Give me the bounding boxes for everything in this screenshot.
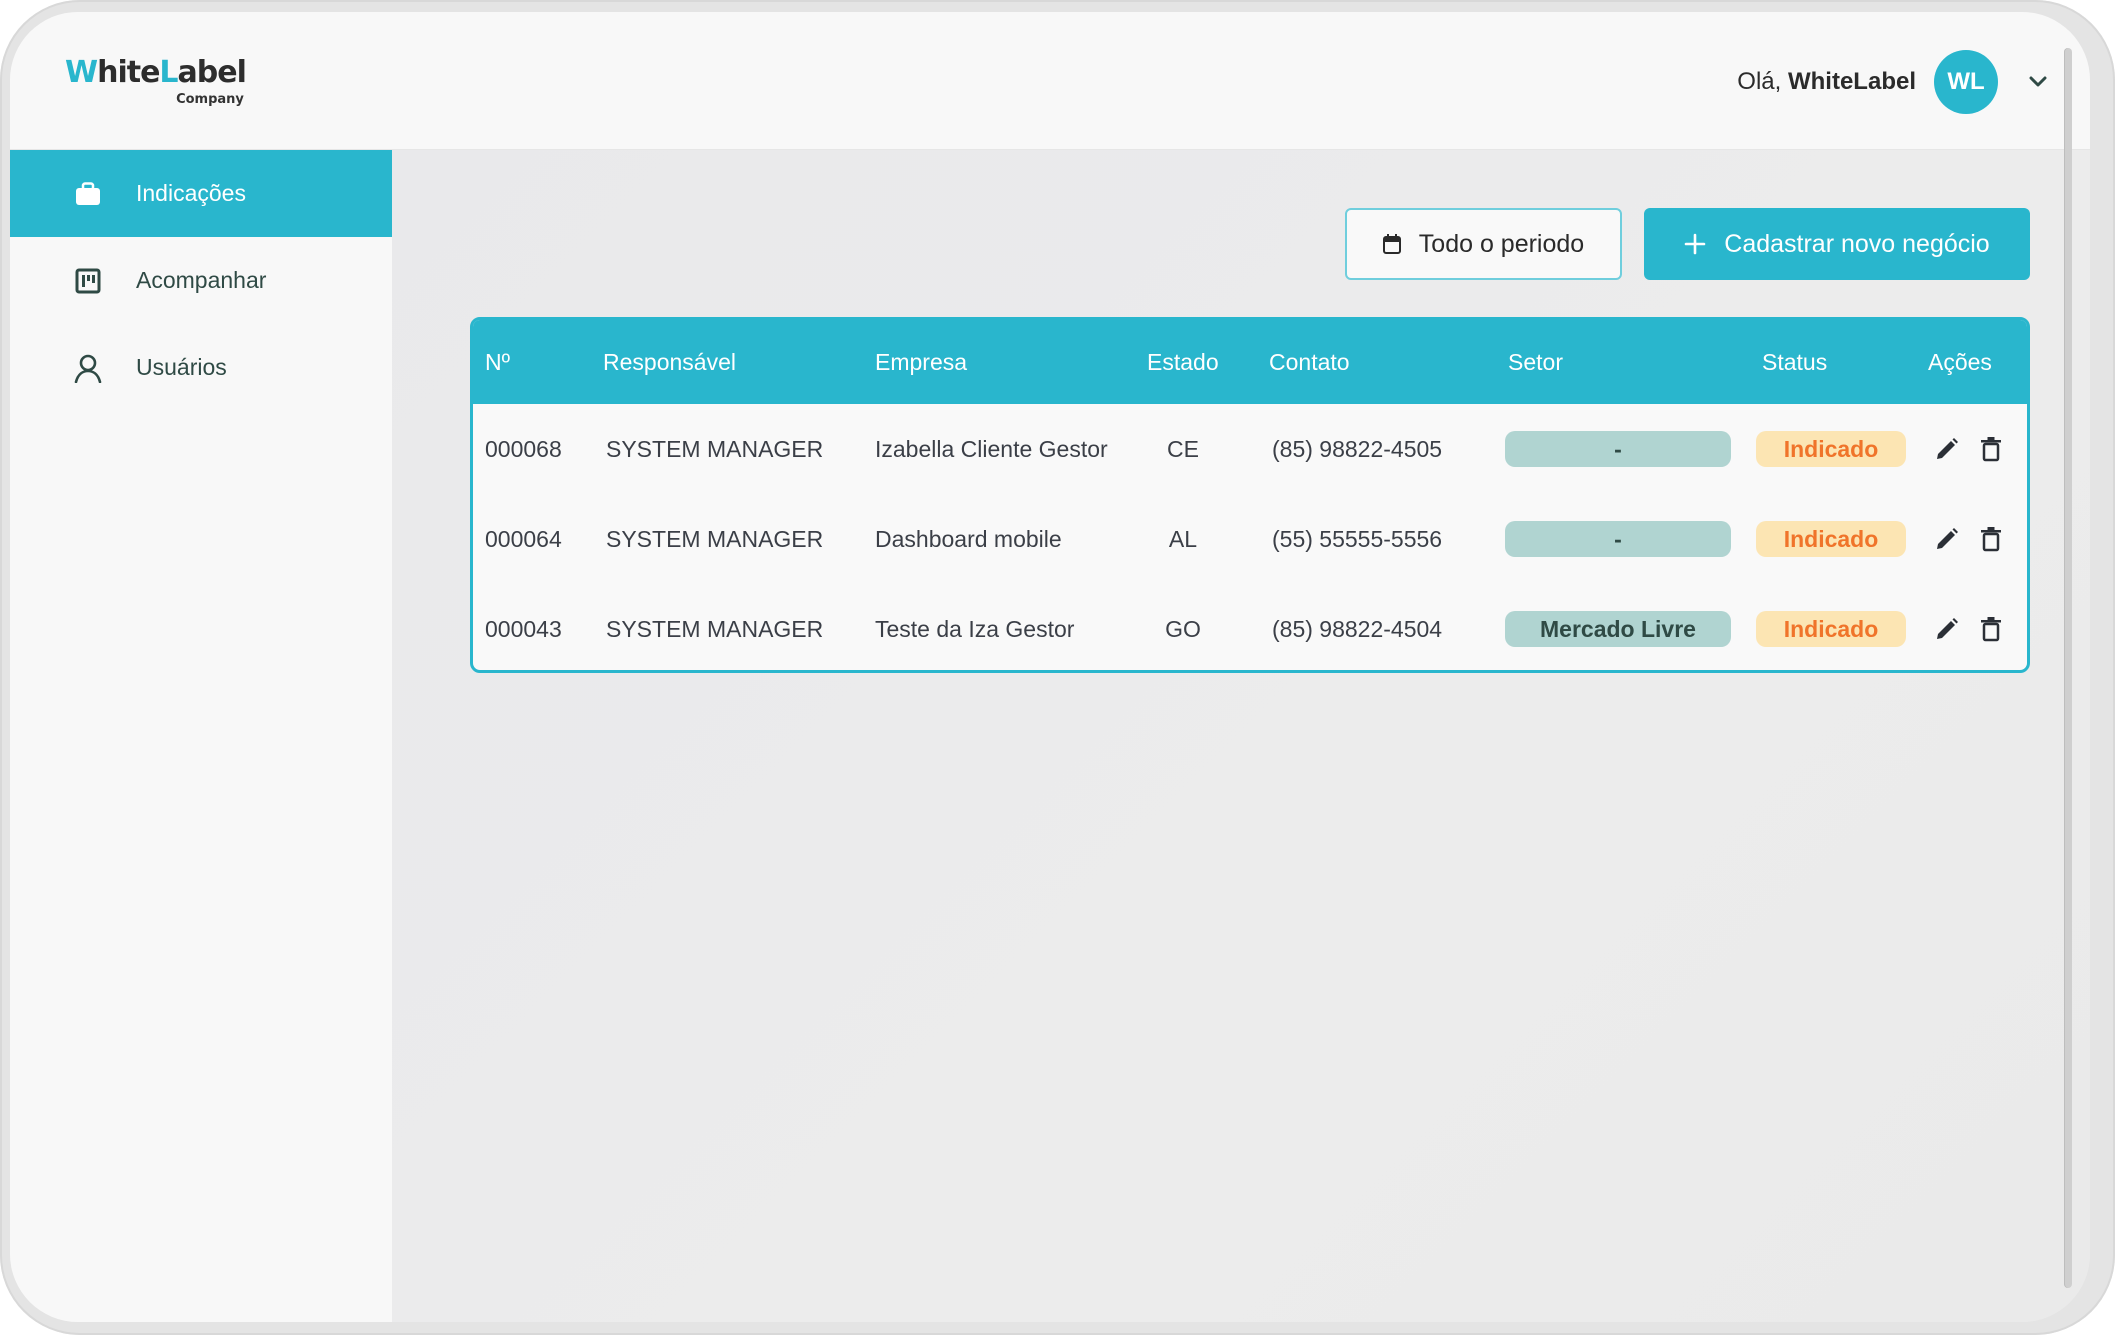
new-business-button[interactable]: Cadastrar novo negócio [1644,208,2030,280]
edit-icon[interactable] [1933,615,1961,643]
calendar-icon [1382,234,1401,254]
sector-badge: - [1505,521,1731,557]
cell-empresa: Izabella Cliente Gestor [875,435,1108,462]
logo-hite: hite [97,55,160,90]
status-badge: Indicado [1756,521,1906,557]
plus-icon [1684,233,1706,255]
sector-badge: Mercado Livre [1505,611,1731,647]
col-header-responsavel[interactable]: Responsável [603,320,736,404]
cell-responsavel: SYSTEM MANAGER [606,435,824,462]
col-header-acoes: Ações [1928,348,1992,375]
sidebar: Indicações Acompanhar Usuários [10,150,392,1322]
indicacoes-table: Nº Responsável Empresa Estado Contato Se… [470,317,2030,673]
trash-icon[interactable] [1977,435,2005,463]
cell-empresa: Teste da Iza Gestor [875,615,1075,642]
col-header-numero[interactable]: Nº [485,320,510,404]
kanban-board-icon [72,265,104,297]
period-filter-button[interactable]: Todo o periodo [1345,208,1622,280]
user-name: WhiteLabel [1787,68,1916,95]
cell-estado: GO [1165,615,1201,642]
cell-estado: AL [1168,525,1198,552]
cell-contato: (55) 55555-5556 [1272,525,1443,552]
sidebar-item-indicacoes[interactable]: Indicações [10,150,392,237]
cell-responsavel: SYSTEM MANAGER [606,525,824,552]
status-badge: Indicado [1756,611,1906,647]
table-row[interactable]: 000068 SYSTEM MANAGER Izabella Cliente G… [473,404,2027,494]
edit-icon[interactable] [1933,435,1961,463]
sidebar-item-label: Usuários [136,354,227,380]
logo: WhiteLabel Company [65,55,247,108]
col-header-contato[interactable]: Contato [1269,320,1350,404]
cell-empresa: Dashboard mobile [875,525,1062,552]
cell-contato: (85) 98822-4505 [1272,435,1443,462]
cell-numero: 000064 [485,525,562,552]
cell-contato: (85) 98822-4504 [1272,615,1443,642]
vertical-scrollbar[interactable] [2064,48,2072,1288]
top-header: WhiteLabel Company Olá, WhiteLabel WL [10,12,2090,150]
greeting-prefix: Olá, [1737,68,1782,95]
logo-w: W [65,55,98,90]
trash-icon[interactable] [1977,525,2005,553]
table-row[interactable]: 000064 SYSTEM MANAGER Dashboard mobile A… [473,494,2027,584]
sidebar-item-label: Acompanhar [136,267,267,293]
logo-subtitle: Company [176,92,244,107]
table-row[interactable]: 000043 SYSTEM MANAGER Teste da Iza Gesto… [473,584,2027,670]
briefcase-icon [72,178,104,210]
logo-l: L [159,55,178,90]
cell-responsavel: SYSTEM MANAGER [606,615,824,642]
chevron-down-icon[interactable] [2026,70,2050,94]
col-header-status[interactable]: Status [1762,320,1827,404]
new-business-label: Cadastrar novo negócio [1724,229,1990,258]
greeting: Olá, WhiteLabel [1737,68,1916,96]
status-badge: Indicado [1756,431,1906,467]
main-content: Todo o periodo Cadastrar novo negócio Nº… [392,150,2090,1322]
sidebar-item-label: Indicações [136,180,246,206]
sector-badge: - [1505,431,1731,467]
cell-numero: 000043 [485,615,562,642]
avatar[interactable]: WL [1934,50,1998,114]
sidebar-item-usuarios[interactable]: Usuários [10,324,392,411]
sidebar-item-acompanhar[interactable]: Acompanhar [10,237,392,324]
logo-wordmark: WhiteLabel [65,55,247,90]
user-menu[interactable]: Olá, WhiteLabel WL [1737,50,2050,114]
table-header: Nº Responsável Empresa Estado Contato Se… [473,320,2027,404]
cell-numero: 000068 [485,435,562,462]
logo-abel: abel [177,55,247,90]
col-header-estado[interactable]: Estado [1147,320,1219,404]
edit-icon[interactable] [1933,525,1961,553]
trash-icon[interactable] [1977,615,2005,643]
col-header-setor[interactable]: Setor [1508,320,1563,404]
cell-estado: CE [1167,435,1199,462]
period-filter-label: Todo o periodo [1418,229,1585,258]
device-frame: WhiteLabel Company Olá, WhiteLabel WL In… [0,0,2115,1335]
app-screen: WhiteLabel Company Olá, WhiteLabel WL In… [10,12,2090,1322]
col-header-empresa[interactable]: Empresa [875,320,967,404]
user-icon [72,352,104,384]
